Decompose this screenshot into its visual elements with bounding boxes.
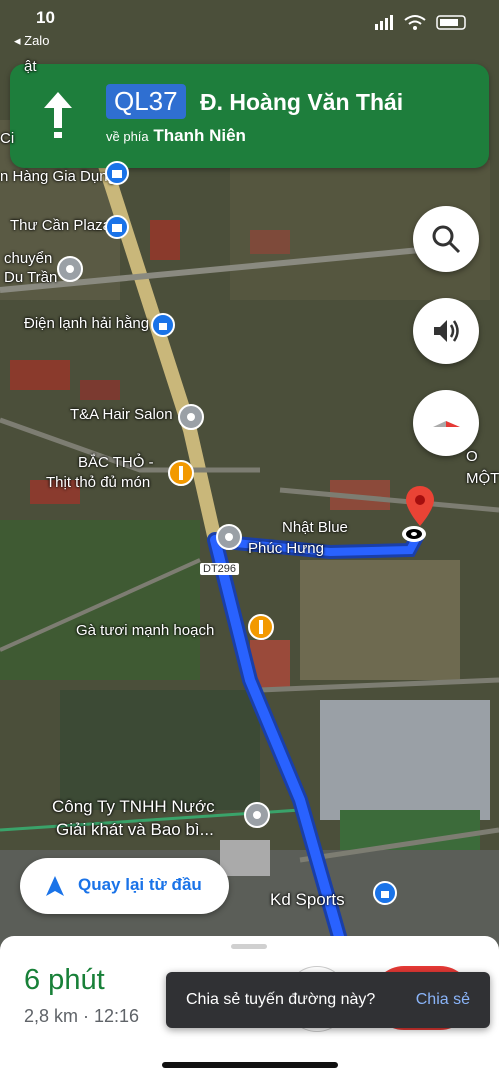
straight-arrow-icon bbox=[44, 92, 72, 138]
place-pin-icon[interactable] bbox=[214, 522, 244, 552]
map-label: O bbox=[466, 448, 478, 465]
status-bar: 10 ◂ Zalo bbox=[0, 0, 499, 52]
map-label[interactable]: Du Trần bbox=[4, 269, 57, 286]
shopping-bag-pin-icon[interactable] bbox=[370, 878, 400, 908]
map-label-store[interactable]: Thư Cần Plaza bbox=[10, 217, 111, 234]
back-to-app-link[interactable]: ◂ Zalo bbox=[14, 33, 49, 49]
map-label-restaurant[interactable]: Thịt thỏ đủ món bbox=[46, 474, 150, 491]
toward-prefix: về phía bbox=[106, 129, 149, 144]
volume-icon bbox=[434, 320, 459, 342]
map-label: Ci bbox=[0, 130, 15, 147]
route-number-shield: QL37 bbox=[106, 84, 186, 119]
sound-button[interactable] bbox=[413, 298, 479, 364]
shopping-pin-icon[interactable] bbox=[102, 212, 132, 242]
shopping-pin-icon[interactable] bbox=[102, 158, 132, 188]
road-shield-dt296: DT296 bbox=[200, 563, 240, 575]
navigation-banner[interactable]: QL37 Đ. Hoàng Văn Thái về phía Thanh Niê… bbox=[10, 64, 489, 168]
place-pin-icon[interactable] bbox=[55, 254, 85, 284]
shopping-bag-pin-icon[interactable] bbox=[148, 310, 178, 340]
map-label-restaurant[interactable]: Gà tươi mạnh hoạch bbox=[76, 622, 214, 639]
map-label-store[interactable]: Điện lạnh hải hằng bbox=[24, 315, 149, 332]
restaurant-pin-icon[interactable] bbox=[246, 612, 276, 642]
share-route-button[interactable]: Chia sẻ bbox=[416, 991, 470, 1009]
sheet-handle[interactable] bbox=[231, 944, 267, 949]
trip-duration: 6 phút bbox=[24, 964, 105, 996]
place-pin-icon[interactable] bbox=[176, 402, 206, 432]
restaurant-pin-icon[interactable] bbox=[166, 458, 196, 488]
compass-icon bbox=[433, 421, 460, 427]
map-label: ật bbox=[24, 58, 37, 75]
navigation-arrow-icon bbox=[46, 876, 64, 896]
next-street-name: Đ. Hoàng Văn Thái bbox=[200, 89, 404, 115]
map-label-place[interactable]: Nhật Blue bbox=[282, 519, 348, 536]
map-label-store[interactable]: Kd Sports bbox=[270, 890, 345, 910]
destination-marker-icon bbox=[400, 524, 428, 544]
map-label-place[interactable]: Phúc Hưng bbox=[248, 540, 324, 557]
map-label-store[interactable]: n Hàng Gia Dụng bbox=[0, 168, 116, 185]
toward-place: Thanh Niên bbox=[153, 126, 246, 145]
search-icon bbox=[432, 225, 461, 254]
place-pin-icon[interactable] bbox=[242, 800, 272, 830]
map-label-place[interactable]: Giải khát và Bao bì... bbox=[56, 820, 214, 840]
recenter-label: Quay lại từ đầu bbox=[78, 875, 202, 894]
map-label: MỘT bbox=[466, 470, 499, 487]
recenter-button[interactable]: Quay lại từ đầu bbox=[20, 858, 229, 914]
search-button[interactable] bbox=[413, 206, 479, 272]
map-label[interactable]: chuyển bbox=[4, 250, 52, 267]
share-route-snackbar: Chia sẻ tuyến đường này? Chia sẻ bbox=[166, 972, 490, 1028]
status-icons bbox=[375, 15, 466, 30]
map-label-restaurant[interactable]: BẮC THỎ - bbox=[78, 454, 154, 471]
status-time: 10 bbox=[36, 8, 55, 27]
map-label-place[interactable]: T&A Hair Salon bbox=[70, 406, 173, 423]
toward-destination: về phía Thanh Niên bbox=[106, 126, 246, 146]
map-label-place[interactable]: Công Ty TNHH Nước bbox=[52, 797, 215, 817]
compass-button[interactable] bbox=[413, 390, 479, 456]
snackbar-message: Chia sẻ tuyến đường này? bbox=[186, 991, 376, 1008]
trip-distance-eta: 2,8 km · 12:16 bbox=[24, 1006, 140, 1026]
home-indicator[interactable] bbox=[162, 1062, 338, 1068]
